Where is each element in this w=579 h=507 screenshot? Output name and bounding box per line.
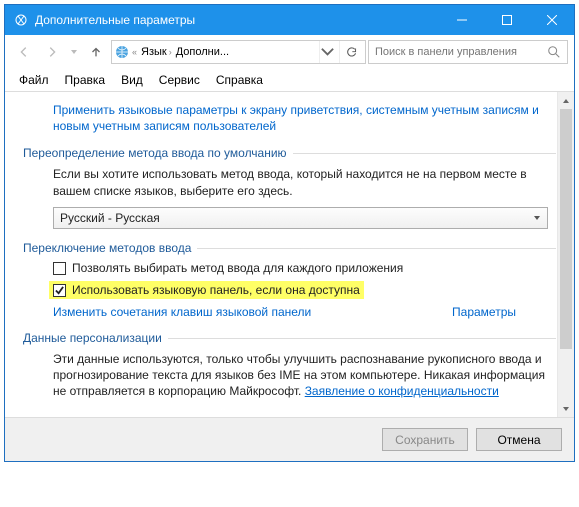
per-app-input-checkbox-row: Позволять выбирать метод ввода для каждо… (53, 261, 556, 275)
apply-language-settings-link[interactable]: Применить языковые параметры к экрану пр… (53, 102, 556, 134)
minimize-button[interactable] (439, 5, 484, 35)
menu-view[interactable]: Вид (113, 71, 151, 89)
personalization-description: Эти данные используются, только чтобы ул… (53, 351, 556, 400)
chevron-icon: « (132, 47, 137, 57)
section-personalization: Данные персонализации (23, 331, 556, 345)
breadcrumb-seg-2[interactable]: Дополни... (176, 46, 229, 58)
search-input[interactable] (375, 46, 547, 58)
search-icon (547, 45, 561, 59)
titlebar: Дополнительные параметры (5, 5, 574, 35)
button-bar: Сохранить Отмена (5, 417, 574, 461)
up-button[interactable] (83, 40, 109, 64)
address-bar: « Язык› Дополни... (5, 35, 574, 69)
breadcrumb-root[interactable]: « (114, 44, 137, 60)
section-input-switch: Переключение методов ввода (23, 241, 556, 255)
vertical-scrollbar[interactable] (557, 92, 574, 417)
menu-tools[interactable]: Сервис (151, 71, 208, 89)
per-app-input-label[interactable]: Позволять выбирать метод ввода для каждо… (72, 261, 403, 275)
language-bar-options-link[interactable]: Параметры (452, 305, 516, 319)
cancel-button[interactable]: Отмена (476, 428, 562, 451)
chevron-down-icon (533, 214, 541, 222)
maximize-button[interactable] (484, 5, 529, 35)
app-icon (13, 12, 29, 28)
language-bar-checkbox[interactable] (53, 284, 66, 297)
search-box[interactable] (368, 40, 568, 64)
select-value: Русский - Русская (60, 211, 160, 225)
menu-edit[interactable]: Правка (57, 71, 114, 89)
close-button[interactable] (529, 5, 574, 35)
window: Дополнительные параметры « Язык› Дополни… (4, 4, 575, 462)
menu-file[interactable]: Файл (11, 71, 57, 89)
save-button[interactable]: Сохранить (382, 428, 468, 451)
recent-dropdown[interactable] (67, 40, 81, 64)
refresh-button[interactable] (339, 41, 363, 63)
language-bar-checkbox-row: Использовать языковую панель, если она д… (49, 281, 364, 299)
breadcrumb-dropdown[interactable] (319, 41, 335, 63)
privacy-statement-link[interactable]: Заявление о конфиденциальности (305, 384, 499, 398)
scroll-up-button[interactable] (558, 92, 574, 109)
section-input-override: Переопределение метода ввода по умолчани… (23, 146, 556, 160)
scroll-track[interactable] (558, 109, 574, 400)
window-title: Дополнительные параметры (35, 13, 439, 27)
content-body: Применить языковые параметры к экрану пр… (5, 92, 574, 417)
breadcrumb-seg-1[interactable]: Язык› (141, 46, 172, 58)
forward-button[interactable] (39, 40, 65, 64)
breadcrumb[interactable]: « Язык› Дополни... (111, 40, 366, 64)
default-input-method-select[interactable]: Русский - Русская (53, 207, 548, 229)
menu-help[interactable]: Справка (208, 71, 271, 89)
language-bar-label[interactable]: Использовать языковую панель, если она д… (72, 283, 360, 297)
back-button[interactable] (11, 40, 37, 64)
globe-icon (114, 44, 130, 60)
per-app-input-checkbox[interactable] (53, 262, 66, 275)
menu-bar: Файл Правка Вид Сервис Справка (5, 69, 574, 91)
scroll-down-button[interactable] (558, 400, 574, 417)
scroll-thumb[interactable] (560, 109, 572, 349)
input-override-description: Если вы хотите использовать метод ввода,… (53, 166, 556, 198)
content-area: Применить языковые параметры к экрану пр… (5, 91, 574, 417)
